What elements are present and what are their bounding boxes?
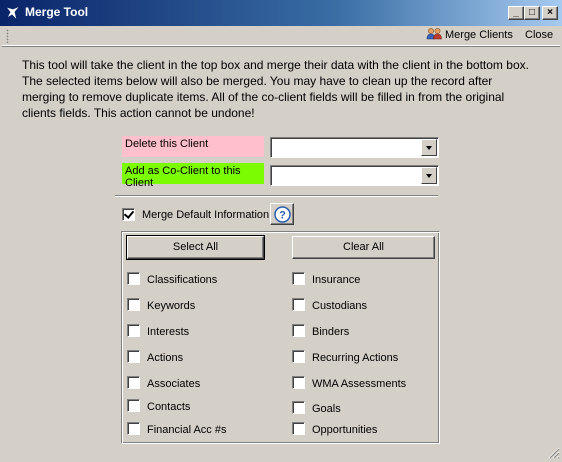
recurring-actions-label: Recurring Actions [312,352,399,364]
keywords-checkbox[interactable] [127,298,140,311]
insurance-label: Insurance [312,274,361,286]
binders-checkbox[interactable] [292,324,305,337]
description-text: This tool will take the client in the to… [22,58,529,120]
window-title: Merge Tool [25,5,89,19]
toolbar: Merge Clients Close [2,26,560,46]
close-button[interactable]: Close [522,27,556,45]
financial-acc-checkbox[interactable] [127,422,140,435]
chevron-down-icon [426,146,432,150]
select-all-button[interactable]: Select All [126,235,265,260]
chevron-down-icon [426,174,432,178]
merge-default-label: Merge Default Information [142,209,270,221]
merge-clients-label: Merge Clients [445,29,513,41]
app-icon [4,4,22,22]
delete-client-dropdown-button[interactable] [421,139,437,156]
actions-label: Actions [147,352,184,364]
classifications-label: Classifications [147,274,218,286]
associates-checkbox[interactable] [127,376,140,389]
toolbar-grip-icon[interactable] [6,29,9,43]
wma-assessments-checkbox[interactable] [292,376,305,389]
resize-grip-icon[interactable] [548,447,560,459]
goals-checkbox[interactable] [292,401,305,414]
custodians-label: Custodians [312,300,368,312]
interests-checkbox[interactable] [127,324,140,337]
custodians-checkbox[interactable] [292,298,305,311]
contacts-checkbox[interactable] [127,399,140,412]
add-coclient-label: Add as Co-Client to this Client [122,163,264,189]
delete-client-combo[interactable] [270,137,439,158]
help-icon: ? [274,206,291,223]
goals-label: Goals [312,403,341,415]
associates-label: Associates [147,378,201,390]
add-coclient-combo[interactable] [270,165,439,186]
maximize-button[interactable]: □ [524,6,540,20]
opportunities-checkbox[interactable] [292,422,305,435]
recurring-actions-checkbox[interactable] [292,350,305,363]
classifications-checkbox[interactable] [127,272,140,285]
keywords-label: Keywords [147,300,196,312]
delete-client-label: Delete this Client [122,136,264,157]
financial-acc-label: Financial Acc #s [147,424,227,436]
insurance-checkbox[interactable] [292,272,305,285]
separator [115,195,438,197]
title-bar[interactable]: Merge Tool _ □ × [0,0,562,26]
opportunities-label: Opportunities [312,424,378,436]
add-coclient-dropdown-button[interactable] [421,167,437,184]
interests-label: Interests [147,326,190,338]
actions-checkbox[interactable] [127,350,140,363]
minimize-button[interactable]: _ [508,6,524,20]
help-button[interactable]: ? [270,203,294,225]
binders-label: Binders [312,326,350,338]
contacts-label: Contacts [147,401,191,413]
merge-default-checkbox[interactable] [122,208,135,221]
merge-tool-window: Merge Tool _ □ × Merge Clients Close Thi… [0,0,562,461]
merge-clients-button[interactable]: Merge Clients [423,27,516,45]
wma-assessments-label: WMA Assessments [312,378,407,390]
people-icon [426,27,443,40]
clear-all-button[interactable]: Clear All [292,236,435,259]
close-window-button[interactable]: × [542,6,558,20]
svg-text:?: ? [279,210,286,222]
